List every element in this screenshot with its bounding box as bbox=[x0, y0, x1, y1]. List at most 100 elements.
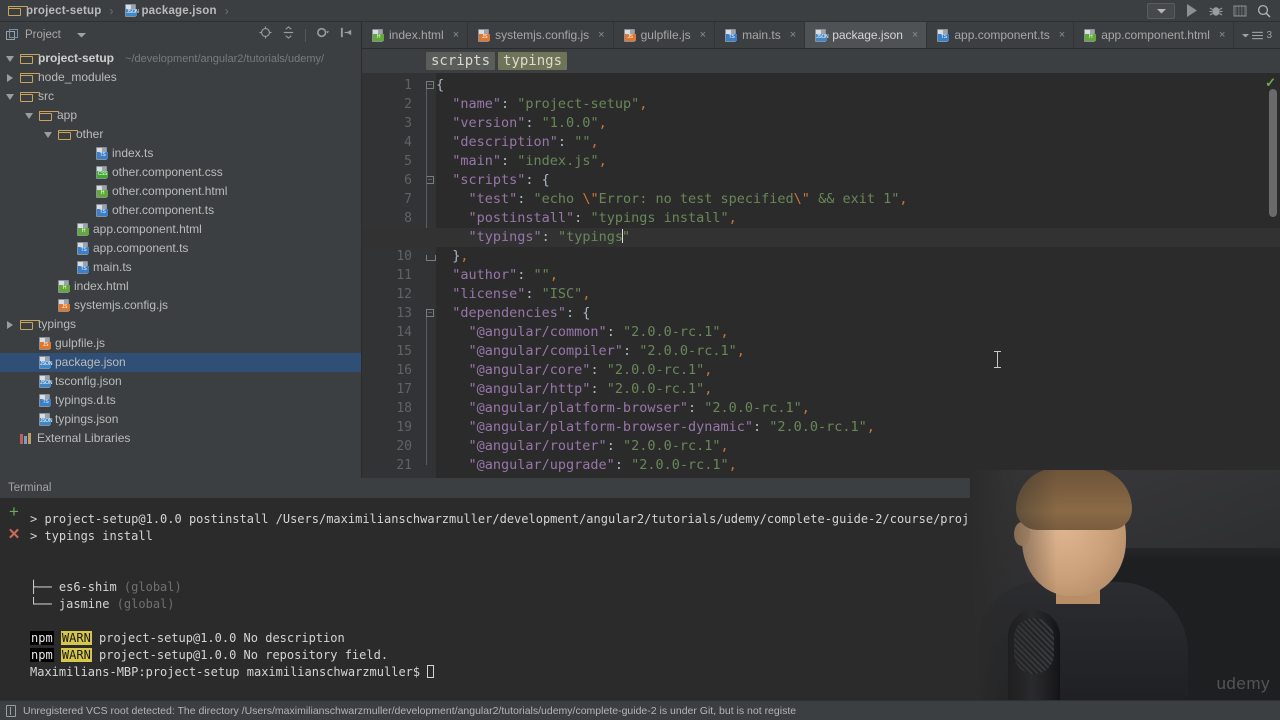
chevron-down-icon[interactable] bbox=[44, 130, 53, 139]
close-icon[interactable]: × bbox=[1059, 29, 1065, 41]
terminal-body[interactable]: + ✕ > project-setup@1.0.0 postinstall /U… bbox=[0, 499, 1280, 700]
editor-vertical-scrollbar[interactable] bbox=[1269, 89, 1277, 217]
terminal-output[interactable]: > project-setup@1.0.0 postinstall /Users… bbox=[28, 499, 1280, 700]
chevron-right-icon[interactable] bbox=[6, 73, 15, 82]
terminal-line: ├── es6-shim (global) bbox=[30, 579, 1280, 596]
tree-item-other-component-html[interactable]: Hother.component.html bbox=[0, 182, 361, 201]
project-panel-icon bbox=[6, 28, 18, 40]
close-icon[interactable]: × bbox=[912, 29, 918, 41]
code-folding-gutter[interactable]: − − − bbox=[424, 73, 436, 478]
editor-tab-main-ts[interactable]: TS main.ts × bbox=[715, 22, 806, 48]
html-file-icon: H bbox=[372, 28, 384, 42]
tree-item-other[interactable]: other bbox=[0, 125, 361, 144]
tree-item-src[interactable]: src bbox=[0, 87, 361, 106]
npm-tag: npm bbox=[30, 648, 54, 662]
close-icon[interactable]: × bbox=[790, 29, 796, 41]
tree-item-systemjs-config-js[interactable]: JS systemjs.config.js bbox=[0, 296, 361, 315]
editor-tab-index-html[interactable]: Hindex.html × bbox=[362, 22, 469, 48]
hide-panel-icon[interactable] bbox=[1257, 479, 1270, 497]
editor-tab-package-json[interactable]: JSON package.json × bbox=[805, 22, 928, 48]
tree-item-index-ts[interactable]: TS index.ts bbox=[0, 144, 361, 163]
tree-item-project-setup[interactable]: project-setup ~/development/angular2/tuto… bbox=[0, 49, 361, 68]
breadcrumb-project-setup[interactable]: project-setup bbox=[0, 0, 103, 22]
line-number: 4 bbox=[404, 135, 412, 150]
js-file-icon: JS bbox=[58, 299, 70, 312]
tree-item-main-ts[interactable]: TS main.ts bbox=[0, 258, 361, 277]
editor-tab-systemjs-config-js[interactable]: JS systemjs.config.js × bbox=[468, 22, 614, 48]
debug-button[interactable] bbox=[1208, 3, 1223, 18]
hide-panel-icon[interactable] bbox=[340, 26, 353, 44]
close-icon[interactable]: × bbox=[453, 29, 459, 41]
terminal-line: > project-setup@1.0.0 postinstall /Users… bbox=[30, 512, 1035, 526]
tree-item-package-json[interactable]: JSON package.json bbox=[0, 353, 361, 372]
line-number: 21 bbox=[396, 458, 412, 473]
gear-icon[interactable] bbox=[316, 26, 330, 44]
editor-tab-app-component-html[interactable]: Happ.component.html × bbox=[1074, 22, 1235, 48]
terminal-panel: Terminal + ✕ > project-setup@1.0.0 posti… bbox=[0, 478, 1280, 700]
chevron-down-icon bbox=[1242, 33, 1250, 37]
tree-item-label: package.json bbox=[55, 355, 126, 369]
tree-item-typings[interactable]: typings bbox=[0, 315, 361, 334]
tree-item-app-component-ts[interactable]: TS app.component.ts bbox=[0, 239, 361, 258]
editor-breadcrumb-scripts[interactable]: scripts bbox=[426, 52, 496, 70]
tree-item-typings-json[interactable]: JSON typings.json bbox=[0, 410, 361, 429]
tree-item-other-component-ts[interactable]: TS other.component.ts bbox=[0, 201, 361, 220]
tree-item-index-html[interactable]: Hindex.html bbox=[0, 277, 361, 296]
collapse-icon[interactable] bbox=[282, 26, 295, 44]
html-file-icon: H bbox=[58, 280, 70, 293]
chevron-down-icon[interactable] bbox=[76, 31, 86, 40]
chevron-down-icon[interactable] bbox=[6, 54, 15, 63]
project-tree[interactable]: project-setup ~/development/angular2/tuto… bbox=[0, 48, 361, 478]
terminal-line: └── jasmine (global) bbox=[30, 596, 1280, 613]
editor-tab-app-component-ts[interactable]: TS app.component.ts × bbox=[927, 22, 1075, 48]
tree-item-app[interactable]: app bbox=[0, 106, 361, 125]
code-line-current: "typings": "typings" bbox=[362, 228, 1280, 247]
coverage-button[interactable] bbox=[1232, 3, 1247, 18]
project-toolbar: Project bbox=[0, 22, 361, 48]
line-number: 19 bbox=[396, 420, 412, 435]
close-icon[interactable]: × bbox=[598, 29, 604, 41]
tree-item-gulpfile-js[interactable]: JS gulpfile.js bbox=[0, 334, 361, 353]
run-configurations-combo[interactable] bbox=[1147, 2, 1175, 19]
close-icon[interactable]: × bbox=[700, 29, 706, 41]
code-line: "scripts": { bbox=[436, 172, 550, 188]
tree-item-external-libraries[interactable]: External Libraries bbox=[0, 429, 361, 448]
code-line: { bbox=[436, 77, 445, 93]
tree-item-label: index.ts bbox=[112, 146, 154, 160]
terminal-text: project-setup@1.0.0 No description bbox=[91, 631, 345, 645]
folder-icon bbox=[39, 110, 59, 121]
plus-icon[interactable]: + bbox=[9, 503, 19, 520]
run-button[interactable] bbox=[1184, 3, 1199, 18]
code-fold-toggle[interactable] bbox=[425, 247, 436, 266]
chevron-down-icon[interactable] bbox=[6, 92, 15, 101]
crosshair-icon[interactable] bbox=[259, 26, 272, 44]
folder-icon bbox=[58, 129, 78, 140]
editor-tab-label: app.component.ts bbox=[954, 28, 1050, 42]
tree-item-tsconfig-json[interactable]: JSON tsconfig.json bbox=[0, 372, 361, 391]
editor-tab-gulpfile-js[interactable]: JS gulpfile.js × bbox=[614, 22, 716, 48]
search-everywhere-button[interactable] bbox=[1256, 3, 1271, 18]
chevron-right-icon[interactable] bbox=[6, 320, 15, 329]
close-x-icon[interactable]: ✕ bbox=[8, 527, 21, 542]
close-icon[interactable]: × bbox=[1219, 29, 1225, 41]
editor-tab-label: systemjs.config.js bbox=[495, 28, 590, 42]
js-file-icon: JS bbox=[478, 28, 491, 42]
editor-tabs-overflow-button[interactable]: 3 bbox=[1234, 22, 1280, 48]
terminal-text-dim: (global) bbox=[123, 580, 182, 594]
status-message[interactable]: Unregistered VCS root detected: The dire… bbox=[23, 705, 796, 717]
tree-item-other-component-css[interactable]: CSS other.component.css bbox=[0, 163, 361, 182]
code-viewport[interactable]: 123456789101112131415161718192021 −−− { … bbox=[362, 73, 1280, 478]
tree-item-app-component-html[interactable]: Happ.component.html bbox=[0, 220, 361, 239]
project-toolbar-actions bbox=[259, 26, 361, 44]
tree-item-node-modules[interactable]: node_modules bbox=[0, 68, 361, 87]
line-number: 15 bbox=[396, 344, 412, 359]
breadcrumb-package-json[interactable]: JSON package.json bbox=[117, 0, 218, 22]
tree-item-label: typings bbox=[38, 317, 77, 331]
editor-tabs[interactable]: Hindex.html × JS systemjs.config.js × JS gulpf… bbox=[362, 22, 1280, 49]
editor-breadcrumb-typings[interactable]: typings bbox=[498, 52, 568, 70]
gear-icon[interactable] bbox=[1231, 479, 1245, 497]
chevron-down-icon[interactable] bbox=[25, 111, 34, 120]
tree-item-typings-d-ts[interactable]: TS typings.d.ts bbox=[0, 391, 361, 410]
code-content[interactable]: { "name": "project-setup", "version": "1… bbox=[362, 76, 1280, 475]
